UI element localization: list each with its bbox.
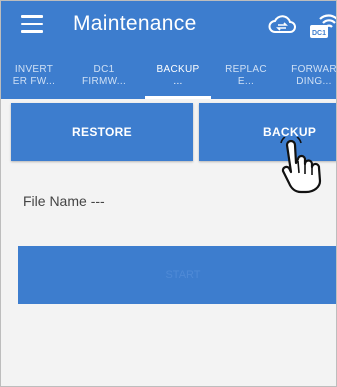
tab-label-line2: FIRMW...: [81, 76, 127, 87]
file-name-label: File Name: [23, 193, 87, 209]
device-badge-label: DC1: [312, 30, 326, 37]
tab-label-line2: ...: [173, 76, 183, 87]
tab-label-line1: REPLAC: [225, 64, 267, 75]
app-screen: Maintenance DC1 INVERT ER FW... DC1 FIRM…: [0, 0, 337, 387]
tab-label-line1: DC1: [93, 64, 115, 75]
tab-dc1-firmware[interactable]: DC1 FIRMW...: [71, 53, 137, 99]
cloud-sync-icon[interactable]: [267, 12, 297, 36]
tab-label-line2: DING...: [296, 76, 332, 87]
active-tab-indicator: [145, 96, 211, 99]
tap-hand-icon: [280, 137, 322, 194]
restore-button[interactable]: RESTORE: [11, 103, 193, 161]
tab-replace[interactable]: REPLAC E...: [213, 53, 279, 99]
tab-inverter-firmware[interactable]: INVERT ER FW...: [1, 53, 67, 99]
app-bar: Maintenance DC1: [1, 1, 337, 53]
tab-label-line1: INVERT: [14, 64, 54, 75]
file-name-value: ---: [90, 193, 105, 209]
tab-label-line1: BACKUP: [156, 64, 200, 75]
page-title: Maintenance: [73, 12, 197, 35]
tab-label-line1: FORWAR: [291, 64, 337, 75]
tab-forwarding[interactable]: FORWAR DING...: [281, 53, 337, 99]
menu-icon[interactable]: [21, 15, 43, 33]
tab-label-line2: E...: [237, 76, 255, 87]
start-button[interactable]: START: [18, 246, 336, 304]
tab-label-line2: ER FW...: [12, 76, 56, 87]
file-name-row: File Name ---: [23, 193, 105, 209]
dc-wifi-icon[interactable]: DC1: [307, 9, 337, 41]
tab-backup[interactable]: BACKUP ...: [145, 53, 211, 99]
tab-bar: INVERT ER FW... DC1 FIRMW... BACKUP ... …: [1, 53, 337, 99]
